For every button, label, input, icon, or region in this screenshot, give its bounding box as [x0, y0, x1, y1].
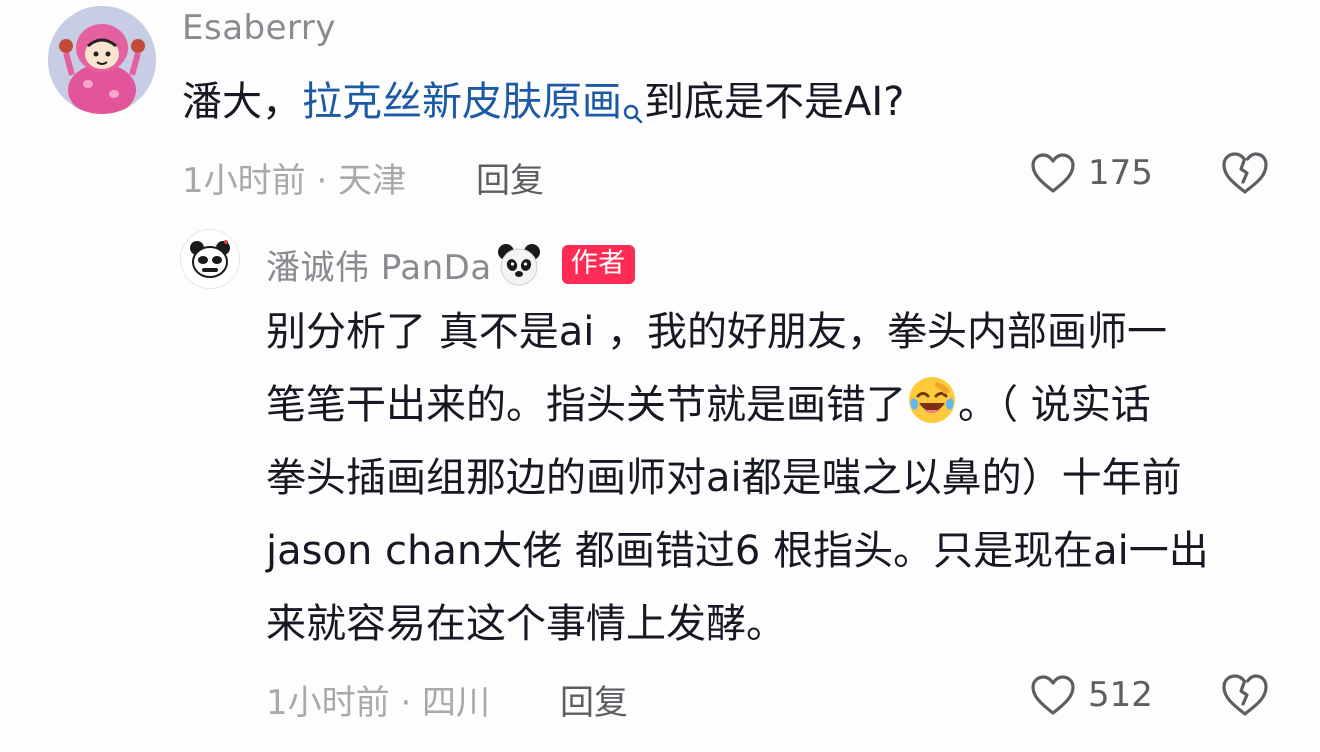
reply-text-line: 拳头插画组那边的画师对ai都是嗤之以鼻的）十年前	[266, 455, 1182, 501]
reply-button[interactable]: 回复	[476, 153, 544, 202]
reply-like-count: 512	[1088, 675, 1153, 715]
reply-username-row: 潘诚伟 PanDa 作者	[266, 240, 635, 289]
broken-heart-icon	[1222, 674, 1268, 716]
user-avatar[interactable]	[48, 6, 156, 114]
panda-face-emoji-icon	[496, 242, 542, 288]
reply-text-segment: 笔笔干出来的。指头关节就是画错了	[266, 382, 906, 428]
reply-time-location: 1小时前 · 四川	[266, 683, 491, 723]
comment-text-suffix: 到底是不是AI?	[644, 79, 905, 125]
search-link[interactable]: 拉克丝新皮肤原画	[302, 79, 622, 125]
reply-text-segment: 。（ 说实话	[958, 382, 1151, 428]
crayon-shin-chan-avatar-icon	[48, 6, 156, 114]
comment-thread: Esaberry 潘大，拉克丝新皮肤原画 到底是不是AI? 1小时前 · 天津 回…	[0, 0, 1320, 752]
heart-icon	[1031, 153, 1075, 193]
comment-text: 潘大，拉克丝新皮肤原画 到底是不是AI?	[182, 66, 1262, 139]
like-button[interactable]: 175	[1030, 148, 1153, 198]
reply-user-avatar[interactable]	[180, 229, 240, 289]
reply-text-line: 笔笔干出来的。指头关节就是画错了 。（ 说实话	[266, 369, 1276, 442]
reply-username[interactable]: 潘诚伟 PanDa	[266, 240, 492, 289]
heart-icon	[1031, 675, 1075, 715]
comment-text-prefix: 潘大，	[182, 79, 302, 125]
author-badge: 作者	[561, 245, 635, 284]
reply-dislike-button[interactable]	[1220, 670, 1270, 720]
comment-username[interactable]: Esaberry	[182, 8, 336, 48]
laughing-crying-emoji-icon	[906, 374, 958, 426]
comment-time-location: 1小时前 · 天津	[182, 161, 407, 201]
reply-to-reply-button[interactable]: 回复	[560, 675, 628, 724]
reply-text-line: jason chan大佬 都画错过6 根指头。只是现在ai一出	[266, 528, 1209, 574]
reply-text-line: 来就容易在这个事情上发酵。	[266, 601, 786, 647]
reply-text: 别分析了 真不是ai ，我的好朋友，拳头内部画师一 笔笔干出来的。指头关节就是画…	[266, 296, 1276, 661]
panda-avatar-icon	[181, 230, 239, 288]
dislike-button[interactable]	[1220, 148, 1270, 198]
search-icon[interactable]	[622, 76, 644, 124]
reply-text-line: 别分析了 真不是ai ，我的好朋友，拳头内部画师一	[266, 309, 1168, 355]
reply-like-button[interactable]: 512	[1030, 670, 1153, 720]
like-count: 175	[1088, 153, 1153, 193]
broken-heart-icon	[1222, 152, 1268, 194]
